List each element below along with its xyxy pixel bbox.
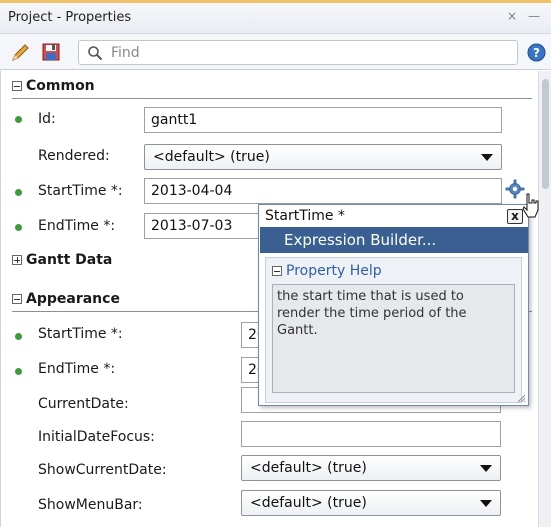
property-help-header[interactable]: Property Help: [272, 263, 382, 279]
section-appearance-label: Appearance: [26, 291, 120, 307]
id-label: Id:: [38, 111, 56, 127]
showcurrentdate-select[interactable]: <default> (true): [241, 455, 501, 481]
search-input[interactable]: [109, 43, 509, 62]
appearance-endtime-label: EndTime *:: [38, 361, 116, 377]
required-indicator: [15, 368, 22, 375]
property-help-title: Property Help: [286, 263, 382, 279]
toolbar: ?: [0, 34, 551, 70]
section-common[interactable]: Common: [12, 78, 532, 100]
pencil-icon[interactable]: [10, 41, 32, 63]
help-icon[interactable]: ?: [527, 43, 546, 62]
window-title: Project - Properties: [8, 10, 132, 25]
id-field[interactable]: gantt1: [144, 107, 502, 133]
required-indicator: [15, 116, 22, 123]
property-popup: StartTime * x Expression Builder... Prop…: [258, 204, 529, 406]
title-accent-bar: [0, 0, 551, 3]
scrollbar-thumb[interactable]: [542, 79, 549, 189]
required-indicator: [15, 189, 22, 196]
chevron-down-icon: [480, 465, 492, 472]
initialdatefocus-label: InitialDateFocus:: [38, 429, 155, 445]
showcurrentdate-label: ShowCurrentDate:: [38, 462, 167, 478]
appearance-starttime-label: StartTime *:: [38, 326, 123, 342]
search-icon: [88, 46, 103, 61]
starttime-label: StartTime *:: [38, 183, 123, 199]
popup-title: StartTime *: [265, 208, 345, 224]
expression-builder-item[interactable]: Expression Builder...: [260, 227, 528, 253]
vertical-scrollbar[interactable]: [538, 71, 551, 527]
showcurrentdate-value: <default> (true): [250, 460, 367, 476]
rendered-label: Rendered:: [38, 148, 110, 164]
chevron-down-icon: [480, 500, 492, 507]
title-bar: Project - Properties × —: [0, 0, 551, 34]
close-window-icon[interactable]: ×: [504, 8, 520, 24]
starttime-field[interactable]: 2013-04-04: [144, 178, 502, 204]
collapse-icon[interactable]: [12, 294, 22, 304]
resize-grip-icon[interactable]: [516, 393, 526, 403]
cursor-icon: [522, 193, 539, 218]
search-box[interactable]: [78, 40, 518, 65]
property-help-text: the start time that is used to render th…: [272, 284, 515, 393]
collapse-icon[interactable]: [12, 81, 22, 91]
initialdatefocus-field[interactable]: [241, 421, 501, 447]
chevron-down-icon: [481, 154, 493, 161]
showmenubar-label: ShowMenuBar:: [38, 497, 143, 513]
showmenubar-select[interactable]: <default> (true): [241, 490, 501, 516]
section-gantt-data-label: Gantt Data: [26, 252, 113, 268]
rendered-select-value: <default> (true): [153, 149, 270, 165]
minimize-window-icon[interactable]: —: [526, 8, 542, 24]
section-common-label: Common: [26, 78, 95, 94]
endtime-field[interactable]: 2013-07-03: [144, 213, 274, 239]
save-icon[interactable]: [40, 41, 62, 63]
svg-text:?: ?: [533, 46, 540, 60]
collapse-icon[interactable]: [272, 266, 282, 276]
currentdate-label: CurrentDate:: [38, 396, 129, 412]
property-help-section: Property Help the start time that is use…: [265, 257, 522, 403]
section-divider: [12, 98, 532, 99]
required-indicator: [15, 224, 22, 231]
showmenubar-value: <default> (true): [250, 495, 367, 511]
section-gantt-data[interactable]: Gantt Data: [12, 252, 262, 274]
required-indicator: [15, 333, 22, 340]
endtime-label: EndTime *:: [38, 218, 116, 234]
expand-icon[interactable]: [12, 255, 22, 265]
rendered-select[interactable]: <default> (true): [144, 144, 502, 170]
